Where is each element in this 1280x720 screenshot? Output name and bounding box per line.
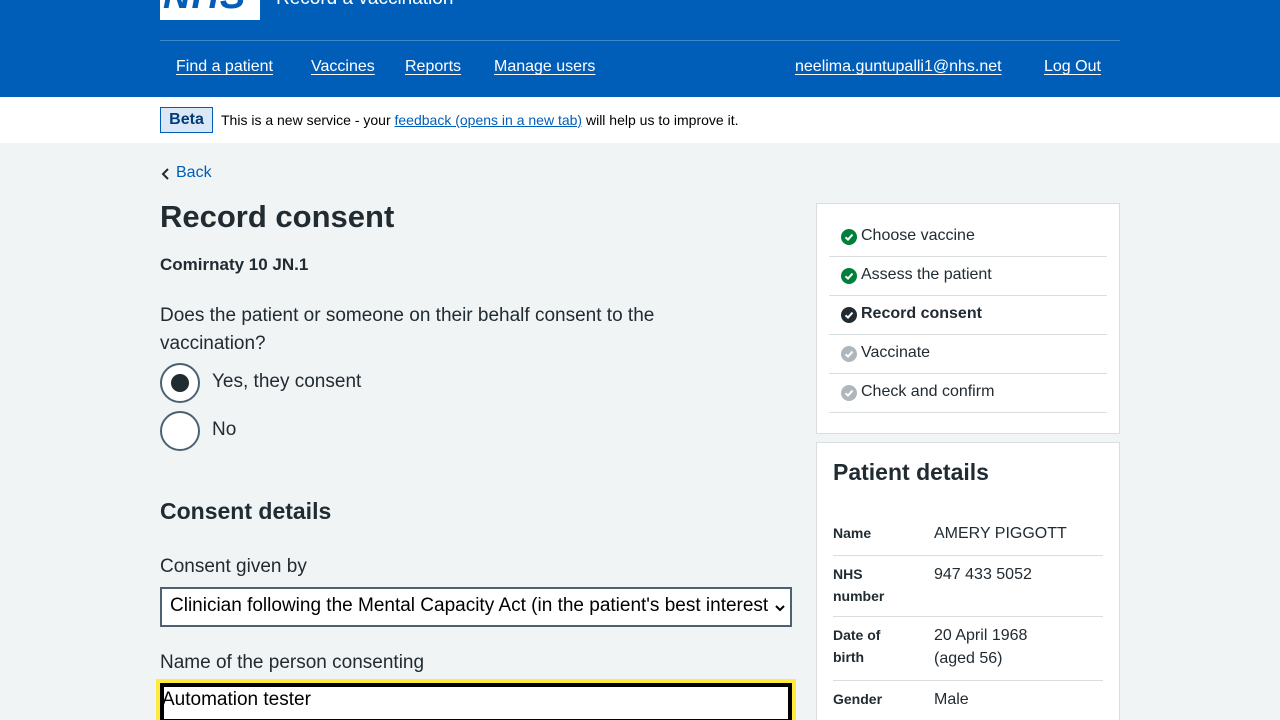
radio-yes-label[interactable]: Yes, they consent [212, 371, 361, 393]
nav-manage-users[interactable]: Manage users [494, 58, 595, 76]
patient-row-nhs-number: NHS number 947 433 5052 [833, 563, 1103, 617]
phase-banner: Beta This is a new service - your feedba… [0, 97, 1280, 143]
person-consenting-value: Automation tester [162, 689, 311, 710]
step-label: Check and confirm [861, 383, 995, 400]
step-label: Choose vaccine [861, 227, 975, 244]
site-header: NHS Record a vaccination Find a patient … [0, 0, 1280, 97]
radio-no-consent[interactable]: No [160, 411, 460, 451]
nav-reports[interactable]: Reports [405, 58, 461, 76]
radio-selected-dot [171, 374, 189, 392]
radio-no-label[interactable]: No [212, 419, 236, 441]
check-circle-icon [841, 229, 857, 245]
patient-key: Date of birth [833, 627, 881, 665]
consent-given-by-value: Clinician following the Mental Capacity … [170, 595, 768, 616]
phase-banner-text-end: will help us to improve it. [582, 112, 739, 128]
step-label: Record consent [861, 305, 982, 322]
step-check-and-confirm: Check and confirm [829, 374, 1107, 413]
nav-vaccines[interactable]: Vaccines [311, 58, 375, 76]
step-choose-vaccine[interactable]: Choose vaccine [829, 218, 1107, 257]
consent-given-by-label: Consent given by [160, 556, 307, 577]
nhs-logo-text: NHS [163, 0, 257, 16]
radio-yes-circle[interactable] [160, 363, 200, 403]
radio-yes-consent[interactable]: Yes, they consent [160, 363, 460, 403]
service-name[interactable]: Record a vaccination [276, 0, 453, 10]
consent-given-by-select[interactable]: Clinician following the Mental Capacity … [160, 587, 792, 627]
phase-banner-text: This is a new service - your feedback (o… [221, 112, 738, 128]
step-label: Vaccinate [861, 344, 931, 361]
patient-nhs-number: 947 433 5052 [934, 566, 1032, 583]
patient-gender: Male [934, 691, 969, 708]
radio-no-circle[interactable] [160, 411, 200, 451]
nav-find-a-patient[interactable]: Find a patient [176, 58, 273, 76]
patient-key: Name [833, 525, 872, 541]
step-assess-patient[interactable]: Assess the patient [829, 257, 1107, 296]
check-circle-icon [841, 346, 857, 362]
nav-log-out[interactable]: Log Out [1044, 58, 1101, 76]
nav-user-account[interactable]: neelima.guntupalli1@nhs.net [795, 58, 1002, 76]
back-link-label: Back [176, 164, 212, 181]
consent-details-heading: Consent details [160, 498, 332, 524]
patient-details-title: Patient details [833, 459, 989, 485]
feedback-link[interactable]: feedback (opens in a new tab) [395, 112, 583, 128]
patient-row-dob: Date of birth 20 April 1968 (aged 56) [833, 624, 1103, 681]
step-record-consent: Record consent [829, 296, 1107, 335]
chevron-left-icon [161, 168, 169, 180]
vaccine-caption: Comirnaty 10 JN.1 [160, 255, 309, 274]
patient-dob: 20 April 1968 (aged 56) [934, 624, 1104, 670]
task-steps: Choose vaccine Assess the patient Record… [816, 203, 1120, 434]
primary-navigation: Find a patient Vaccines Reports Manage u… [160, 41, 1120, 97]
step-label: Assess the patient [861, 266, 992, 283]
consent-question: Does the patient or someone on their beh… [160, 305, 655, 354]
patient-age: (aged 56) [934, 650, 1003, 667]
check-circle-icon [841, 268, 857, 284]
step-vaccinate: Vaccinate [829, 335, 1107, 374]
check-circle-icon [841, 385, 857, 401]
patient-details-card: Patient details Name AMERY PIGGOTT NHS n… [816, 442, 1120, 720]
patient-row-gender: Gender Male [833, 688, 1103, 720]
person-consenting-label: Name of the person consenting [160, 652, 425, 673]
beta-tag: Beta [160, 107, 213, 133]
check-circle-icon [841, 307, 857, 323]
patient-key: NHS number [833, 566, 885, 604]
patient-name: AMERY PIGGOTT [934, 525, 1067, 542]
phase-banner-text-start: This is a new service - your [221, 112, 395, 128]
chevron-down-icon [775, 605, 785, 612]
patient-key: Gender [833, 691, 883, 707]
patient-row-name: Name AMERY PIGGOTT [833, 522, 1103, 556]
header-container: NHS Record a vaccination Find a patient … [160, 0, 1120, 97]
page-title: Record consent [160, 199, 395, 234]
patient-dob-date: 20 April 1968 [934, 627, 1028, 644]
nhs-logo[interactable]: NHS [160, 0, 260, 20]
